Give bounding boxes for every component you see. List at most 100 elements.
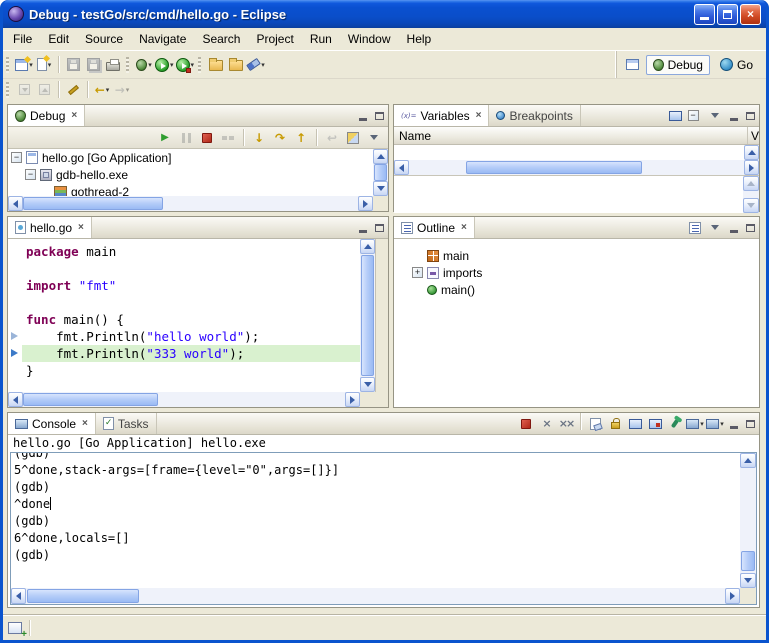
forward-button[interactable]: →▾ — [112, 79, 132, 100]
titlebar[interactable]: Debug - testGo/src/cmd/hello.go - Eclips… — [3, 0, 766, 28]
scrollbar-thumb[interactable] — [466, 161, 642, 174]
code-lines[interactable]: package mainimport "fmt"func main() { fm… — [22, 239, 360, 392]
next-annotation-button[interactable] — [14, 79, 34, 100]
minimize-view-button[interactable] — [725, 217, 742, 238]
console-horizontal-scrollbar[interactable] — [11, 588, 740, 604]
maximize-view-button[interactable] — [742, 105, 759, 126]
scroll-left-button[interactable] — [8, 196, 23, 211]
variables-column-header[interactable]: Name V — [394, 127, 759, 145]
editor-horizontal-scrollbar[interactable] — [8, 392, 360, 407]
new-wizard-button[interactable]: ▾ — [14, 54, 34, 75]
close-icon[interactable]: × — [461, 222, 467, 233]
scrollbar-thumb[interactable] — [361, 255, 374, 376]
debug-tree-item[interactable]: gothread-2 — [8, 183, 373, 196]
scroll-left-button[interactable] — [8, 392, 23, 407]
code-line[interactable]: fmt.Println("333 world"); — [22, 345, 360, 362]
window-maximize-button[interactable] — [717, 4, 738, 25]
scroll-right-button[interactable] — [345, 392, 360, 407]
scroll-left-button[interactable] — [394, 160, 409, 175]
step-filters-button[interactable] — [343, 127, 363, 148]
drop-to-frame-button[interactable]: ↩ — [322, 127, 342, 148]
code-line[interactable]: import "fmt" — [22, 277, 360, 294]
new-file-button[interactable]: ▾ — [34, 54, 54, 75]
terminate-button[interactable] — [197, 127, 217, 148]
minimize-view-button[interactable] — [725, 413, 742, 434]
minimize-view-button[interactable] — [354, 217, 371, 238]
scroll-right-button[interactable] — [725, 588, 740, 604]
minimize-view-button[interactable] — [725, 105, 742, 126]
terminate-button[interactable] — [516, 413, 536, 434]
save-all-button[interactable] — [83, 54, 103, 75]
run-dropdown-button[interactable]: ▾ — [154, 54, 175, 75]
scrollbar-thumb[interactable] — [23, 197, 163, 210]
remove-all-launches-button[interactable]: ×× — [556, 413, 576, 434]
debug-vertical-scrollbar[interactable] — [373, 149, 388, 196]
pin-console-button[interactable] — [665, 413, 685, 434]
suspend-button[interactable] — [176, 127, 196, 148]
tree-expander-icon[interactable]: + — [412, 267, 423, 278]
previous-annotation-button[interactable] — [34, 79, 54, 100]
editor-vertical-scrollbar[interactable] — [360, 239, 375, 392]
tab-outline[interactable]: Outline × — [394, 217, 475, 238]
step-return-button[interactable]: ↑ — [291, 127, 311, 148]
show-stderr-button[interactable] — [645, 413, 665, 434]
minimize-view-button[interactable] — [354, 105, 371, 126]
clear-console-button[interactable] — [585, 413, 605, 434]
menu-project[interactable]: Project — [248, 30, 301, 48]
scroll-up-button[interactable] — [743, 176, 759, 191]
scroll-right-button[interactable] — [744, 160, 759, 175]
column-name[interactable]: Name — [394, 127, 748, 144]
outline-item[interactable]: +imports — [412, 264, 759, 281]
window-close-button[interactable]: × — [740, 4, 761, 25]
menu-window[interactable]: Window — [340, 30, 399, 48]
detail-vertical-scrollbar[interactable] — [743, 176, 759, 213]
maximize-view-button[interactable] — [371, 105, 388, 126]
open-resource-button[interactable] — [206, 54, 226, 75]
close-icon[interactable]: × — [82, 418, 88, 429]
maximize-view-button[interactable] — [371, 217, 388, 238]
code-line[interactable]: func main() { — [22, 311, 360, 328]
open-perspective-button[interactable] — [623, 54, 643, 75]
editor-ruler[interactable] — [8, 239, 22, 392]
instruction-pointer-icon[interactable] — [11, 349, 18, 357]
open-console-button[interactable]: ▾ — [705, 413, 725, 434]
scroll-up-button[interactable] — [740, 453, 756, 468]
scroll-up-button[interactable] — [360, 239, 375, 254]
open-type-button[interactable] — [226, 54, 246, 75]
scrollbar-thumb[interactable] — [27, 589, 139, 603]
debug-dropdown-button[interactable]: ▾ — [134, 54, 154, 75]
scroll-up-button[interactable] — [744, 145, 759, 160]
maximize-view-button[interactable] — [742, 413, 759, 434]
remove-launch-button[interactable]: × — [536, 413, 556, 434]
show-stdout-button[interactable] — [625, 413, 645, 434]
column-value[interactable]: V — [748, 129, 759, 143]
scroll-right-button[interactable] — [358, 196, 373, 211]
scrollbar-thumb[interactable] — [374, 164, 387, 181]
search-button[interactable]: ▾ — [246, 54, 266, 75]
last-edit-location-button[interactable] — [63, 79, 83, 100]
view-menu-button[interactable] — [705, 217, 725, 238]
instruction-pointer-icon[interactable] — [11, 332, 18, 340]
view-menu-button[interactable] — [705, 105, 725, 126]
tree-expander-icon[interactable]: − — [25, 169, 36, 180]
tab-breakpoints[interactable]: Breakpoints — [489, 105, 580, 126]
console-vertical-scrollbar[interactable] — [740, 453, 756, 588]
tab-hello-go[interactable]: hello.go × — [8, 217, 92, 238]
outline-item[interactable]: main() — [412, 281, 759, 298]
back-button[interactable]: ←▾ — [92, 79, 112, 100]
menu-edit[interactable]: Edit — [40, 30, 77, 48]
step-over-button[interactable]: ↷ — [270, 127, 290, 148]
variables-detail-pane[interactable] — [394, 175, 759, 213]
fast-view-icon[interactable]: + — [8, 622, 22, 634]
scroll-down-button[interactable] — [373, 181, 388, 196]
print-button[interactable] — [103, 54, 123, 75]
scrollbar-thumb[interactable] — [23, 393, 158, 406]
code-line[interactable] — [22, 260, 360, 277]
console-text[interactable]: (gdb)5^done,stack-args=[frame={level="0"… — [14, 453, 738, 587]
sort-button[interactable] — [685, 217, 705, 238]
tab-tasks[interactable]: ✓ Tasks — [96, 413, 157, 434]
scroll-down-button[interactable] — [740, 573, 756, 588]
menu-source[interactable]: Source — [77, 30, 131, 48]
close-icon[interactable]: × — [476, 110, 482, 121]
display-console-button[interactable]: ▾ — [685, 413, 705, 434]
